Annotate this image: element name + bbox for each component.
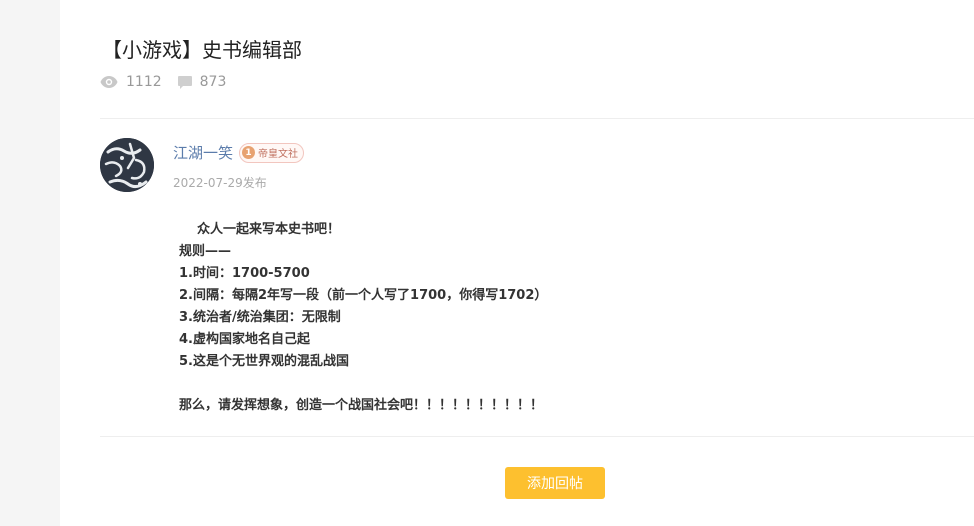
content-line: 1.时间：1700-5700 (179, 266, 310, 281)
content-line: 4.虚构国家地名自己起 (179, 332, 310, 347)
content-line: 3.统治者/统治集团：无限制 (179, 310, 341, 325)
post-panel: 【小游戏】史书编辑部 1112 873 江湖一笑 1 帝皇文社 2022-07-… (60, 0, 974, 526)
badge-level: 1 (242, 146, 256, 159)
view-count-value: 1112 (126, 74, 162, 90)
view-count: 1112 (100, 74, 162, 90)
content-line: 众人一起来写本史书吧！ (197, 222, 341, 237)
comment-icon (177, 75, 192, 89)
post-content: 众人一起来写本史书吧！ 规则—— 1.时间：1700-5700 2.间隔：每隔2… (179, 219, 959, 417)
content-line: 5.这是个无世界观的混乱战国 (179, 354, 349, 369)
badge-text: 帝皇文社 (258, 149, 299, 160)
content-line: 那么，请发挥想象，创造一个战国社会吧！！！！！！！！！！ (179, 398, 544, 413)
divider (100, 118, 974, 119)
divider (100, 436, 974, 437)
content-line: 2.间隔：每隔2年写一段（前一个人写了1700，你得写1702） (179, 288, 548, 303)
content-line: 规则—— (179, 244, 232, 259)
avatar-calligraphy-image (100, 138, 154, 192)
add-reply-button[interactable]: 添加回帖 (505, 467, 605, 499)
post-title: 【小游戏】史书编辑部 (102, 38, 302, 62)
comment-count: 873 (177, 74, 227, 90)
avatar[interactable] (100, 138, 154, 192)
post-stats: 1112 873 (100, 72, 242, 92)
author-badge: 1 帝皇文社 (239, 142, 305, 163)
comment-count-value: 873 (199, 74, 227, 90)
eye-icon (100, 76, 118, 88)
author-name[interactable]: 江湖一笑 (173, 142, 233, 163)
post-date: 2022-07-29发布 (173, 176, 267, 190)
author-info: 江湖一笑 1 帝皇文社 (173, 142, 305, 163)
